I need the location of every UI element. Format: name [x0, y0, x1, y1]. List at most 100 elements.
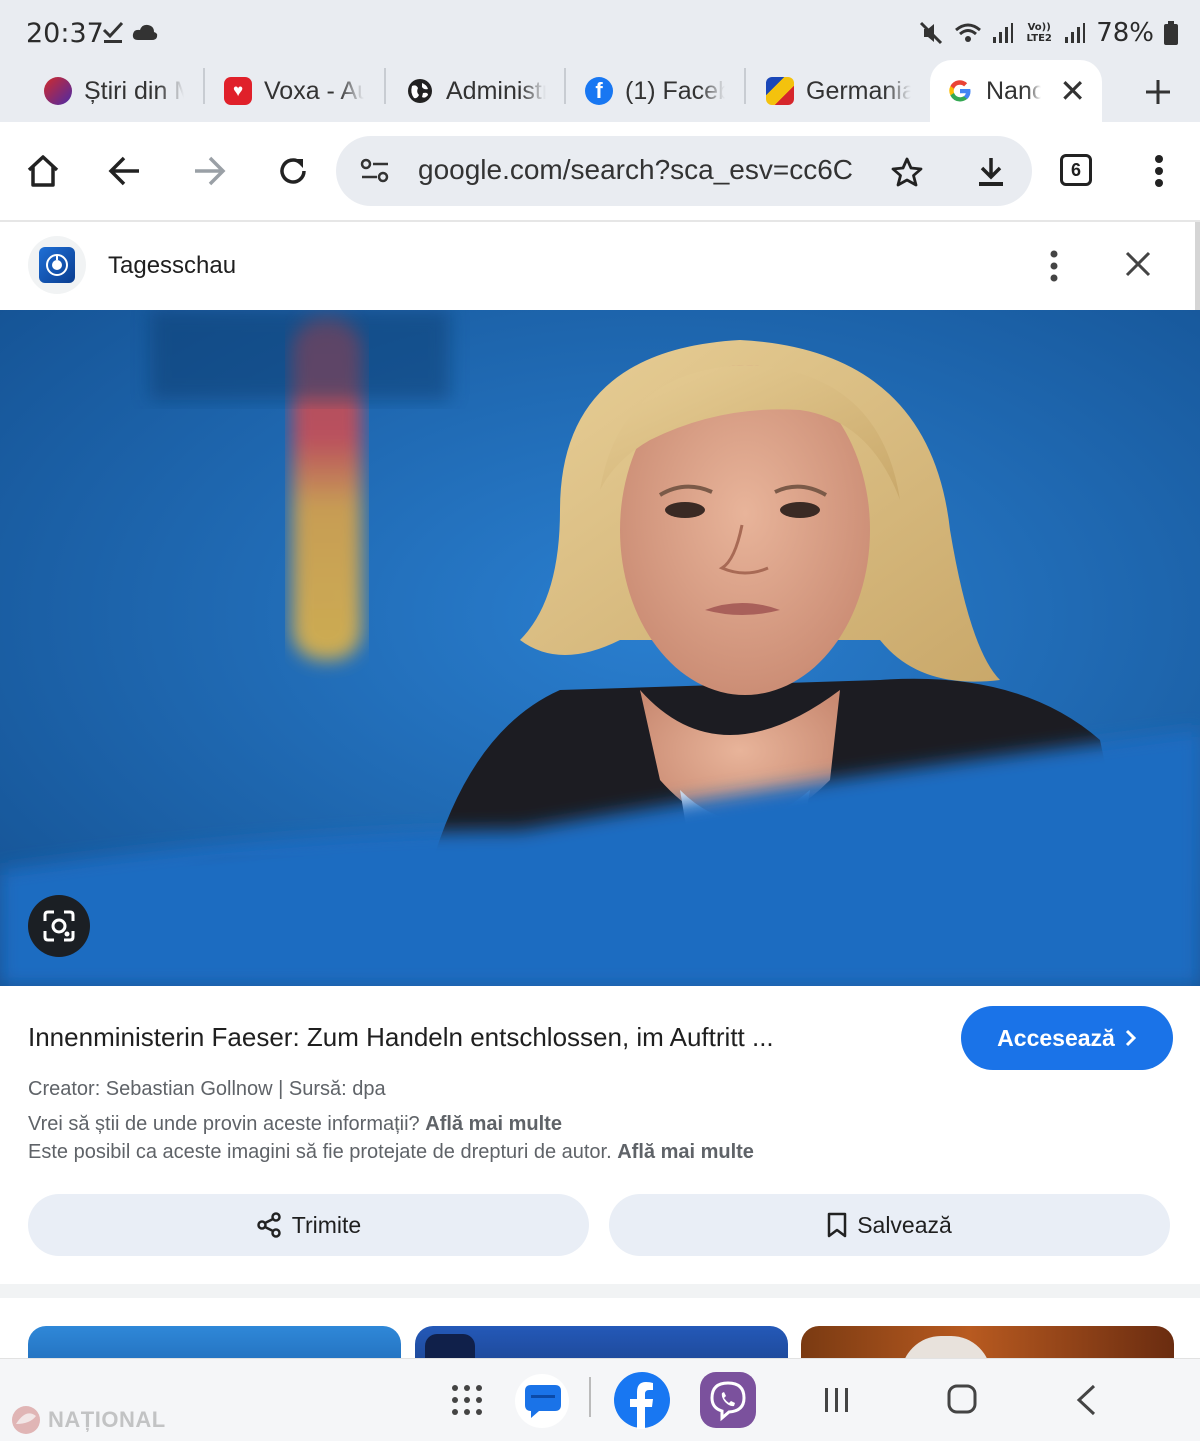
globe-icon: [408, 79, 432, 103]
copyright-text: Este posibil ca aceste imagini să fie pr…: [28, 1141, 612, 1163]
save-button[interactable]: Salvează: [609, 1194, 1170, 1256]
share-button[interactable]: Trimite: [28, 1194, 589, 1256]
wifi-icon: [955, 23, 982, 42]
reload-icon: [280, 158, 306, 184]
battery-percent: 78%: [1096, 18, 1154, 48]
voxa-favicon-icon: ♥: [224, 77, 252, 105]
tab-divider: [203, 68, 205, 104]
copyright-notice: Este posibil ca aceste imagini să fie pr…: [28, 1141, 754, 1164]
arrow-left-icon: [108, 156, 139, 186]
chevron-left-icon: [1076, 1384, 1096, 1416]
viber-app-button[interactable]: [699, 1371, 757, 1429]
facebook-app-button[interactable]: [613, 1371, 671, 1429]
home-nav-button[interactable]: [946, 1383, 978, 1415]
network-label: Vo)) LTE2: [1026, 22, 1052, 44]
arrow-right-icon: [195, 156, 226, 186]
home-icon: [27, 155, 59, 187]
google-icon: [949, 80, 971, 102]
facebook-favicon-icon: f: [585, 77, 613, 105]
new-tab-button[interactable]: [1144, 68, 1172, 116]
status-right: Vo)) LTE2 78%: [918, 18, 1178, 48]
tab-label: Administr: [446, 76, 546, 105]
battery-icon: [1164, 21, 1178, 45]
cloud-icon: [132, 24, 158, 40]
status-left-icons: [102, 20, 158, 44]
related-image-3[interactable]: [801, 1326, 1174, 1358]
visit-button[interactable]: Accesează: [961, 1006, 1173, 1070]
info-question: Vrei să știi de unde provin aceste infor…: [28, 1113, 562, 1136]
more-vert-icon: [1155, 155, 1163, 187]
tab-label: Nancy: [986, 76, 1042, 105]
tab-voxa[interactable]: ♥ Voxa - Au: [224, 62, 364, 120]
tab-divider: [564, 68, 566, 104]
watermark: NAȚIONAL: [10, 1404, 166, 1436]
checkmark-icon: [102, 21, 124, 43]
tab-switcher-button[interactable]: 6: [1060, 154, 1092, 186]
viber-icon: [700, 1372, 756, 1428]
national-logo-icon: [12, 1406, 40, 1434]
tab-label: Știri din M: [84, 76, 184, 105]
copyright-learn-more-link[interactable]: Află mai multe: [617, 1141, 754, 1163]
recents-button[interactable]: [822, 1385, 852, 1415]
home-button[interactable]: [20, 148, 66, 194]
reload-button[interactable]: [270, 148, 316, 194]
apps-grid-icon: [452, 1385, 482, 1415]
photo-illustration: [0, 310, 1200, 986]
omnibox[interactable]: google.com/search?sca_esv=cc6C: [336, 136, 1032, 206]
mute-icon: [920, 21, 943, 45]
related-image-2[interactable]: [415, 1326, 788, 1358]
tab-divider: [744, 68, 746, 104]
section-divider: [0, 1284, 1200, 1298]
recents-icon: [825, 1388, 848, 1412]
creator-credit: Creator: Sebastian Gollnow | Sursă: dpa: [28, 1078, 386, 1100]
menu-button[interactable]: [1136, 148, 1182, 194]
url-text[interactable]: google.com/search?sca_esv=cc6C: [418, 154, 858, 186]
share-label: Trimite: [291, 1211, 362, 1238]
bookmark-icon: [827, 1212, 847, 1238]
visit-label: Accesează: [997, 1024, 1115, 1051]
system-navigation-bar: [0, 1358, 1200, 1441]
tab-strip: Știri din M ♥ Voxa - Au Administr f (1) …: [0, 60, 1200, 122]
signal-icon-2: [1065, 23, 1086, 43]
status-bar: 20:37 Vo)) LTE2 78%: [0, 0, 1200, 62]
tab-facebook[interactable]: f (1) Faceb: [585, 62, 725, 120]
google-lens-button[interactable]: [28, 895, 90, 957]
messages-icon: [515, 1374, 569, 1428]
tab-germania[interactable]: Germania: [766, 62, 911, 120]
source-header: Tagesschau: [0, 222, 1200, 310]
tab-administr[interactable]: Administr: [406, 62, 546, 120]
site-settings-icon[interactable]: [360, 158, 390, 184]
germania-favicon-icon: [766, 77, 794, 105]
browser-toolbar: google.com/search?sca_esv=cc6C 6: [0, 122, 1200, 222]
related-images: [0, 1298, 1200, 1358]
download-icon[interactable]: [976, 156, 1006, 188]
bookmark-star-icon[interactable]: [891, 156, 923, 188]
tagesschau-logo: [28, 236, 86, 294]
back-nav-button[interactable]: [1074, 1383, 1098, 1417]
info-question-text: Vrei să știi de unde provin aceste infor…: [28, 1113, 420, 1135]
tab-nancy[interactable]: Nancy ✕: [930, 60, 1102, 122]
close-icon[interactable]: [1124, 250, 1152, 278]
close-tab-icon[interactable]: ✕: [1059, 72, 1086, 110]
tab-stiri[interactable]: Știri din M: [44, 62, 184, 120]
scrollbar[interactable]: [1195, 222, 1200, 312]
status-time: 20:37: [26, 18, 104, 49]
dock-divider: [589, 1377, 591, 1417]
app-drawer-button[interactable]: [450, 1383, 484, 1417]
home-square-icon: [947, 1384, 977, 1414]
chevron-right-icon: [1125, 1029, 1136, 1047]
stiri-favicon-icon: [44, 77, 72, 105]
tab-label: Voxa - Au: [264, 76, 364, 105]
related-image-1[interactable]: [28, 1326, 401, 1358]
learn-more-link[interactable]: Află mai multe: [425, 1113, 562, 1135]
tagesschau-logo-icon: [46, 254, 68, 276]
messages-app-button[interactable]: [513, 1373, 571, 1429]
save-label: Salvează: [857, 1211, 952, 1238]
news-photo[interactable]: [0, 310, 1200, 986]
more-vert-icon[interactable]: [1048, 250, 1060, 282]
facebook-icon: [614, 1372, 670, 1429]
result-headline[interactable]: Innenministerin Faeser: Zum Handeln ents…: [28, 1022, 928, 1053]
back-button[interactable]: [102, 148, 148, 194]
source-name[interactable]: Tagesschau: [108, 252, 236, 280]
forward-button[interactable]: [186, 148, 232, 194]
